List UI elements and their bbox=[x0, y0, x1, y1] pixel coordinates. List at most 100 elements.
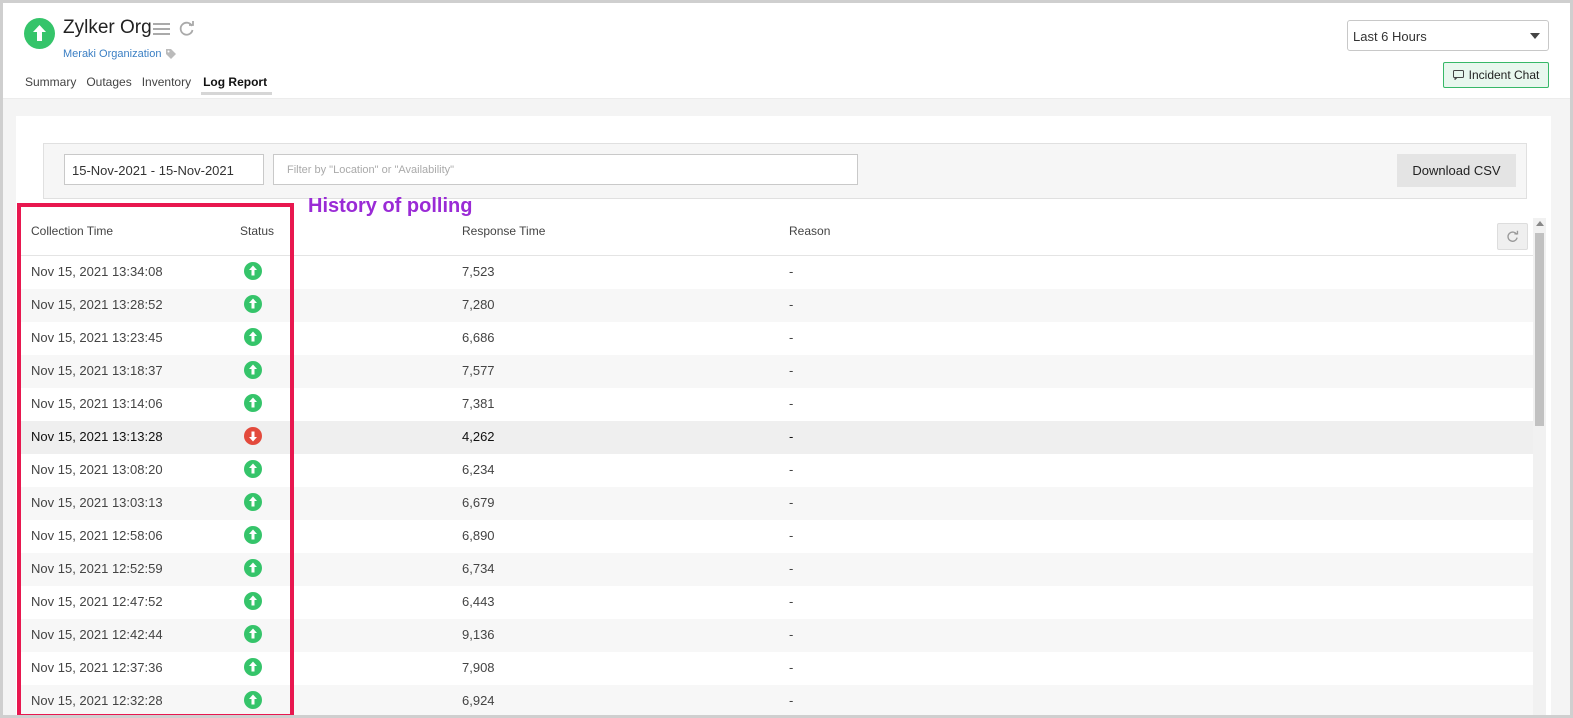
collection-time-cell: Nov 15, 2021 12:47:52 bbox=[31, 594, 163, 609]
collection-time-cell: Nov 15, 2021 12:37:36 bbox=[31, 660, 163, 675]
response-time-cell: 6,686 bbox=[462, 330, 495, 345]
chevron-down-icon bbox=[1530, 33, 1540, 39]
column-response-time[interactable]: Response Time bbox=[462, 224, 545, 238]
response-time-cell: 7,280 bbox=[462, 297, 495, 312]
table-row[interactable]: Nov 15, 2021 13:03:13 6,679 - bbox=[17, 487, 1533, 520]
status-up-icon bbox=[244, 262, 262, 280]
date-range-picker[interactable]: 15-Nov-2021 - 15-Nov-2021 bbox=[64, 154, 264, 185]
response-time-cell: 9,136 bbox=[462, 627, 495, 642]
reason-cell: - bbox=[789, 627, 794, 642]
header: Zylker Org Meraki Organization Summary O… bbox=[3, 3, 1570, 99]
status-down-icon bbox=[244, 427, 262, 445]
table-header: Collection Time Status Response Time Rea… bbox=[17, 215, 1533, 256]
tab-inventory[interactable]: Inventory bbox=[142, 75, 196, 95]
time-range-value: Last 6 Hours bbox=[1353, 29, 1427, 44]
table-row[interactable]: Nov 15, 2021 13:08:20 6,234 - bbox=[17, 454, 1533, 487]
status-up-icon bbox=[244, 691, 262, 709]
column-collection-time[interactable]: Collection Time bbox=[31, 224, 113, 238]
response-time-cell: 4,262 bbox=[462, 429, 495, 444]
reason-cell: - bbox=[789, 693, 794, 708]
status-up-icon bbox=[244, 460, 262, 478]
table-row[interactable]: Nov 15, 2021 13:14:06 7,381 - bbox=[17, 388, 1533, 421]
monitor-type-link[interactable]: Meraki Organization bbox=[63, 48, 161, 60]
table-row[interactable]: Nov 15, 2021 12:47:52 6,443 - bbox=[17, 586, 1533, 619]
table-row[interactable]: Nov 15, 2021 13:28:52 7,280 - bbox=[17, 289, 1533, 322]
collection-time-cell: Nov 15, 2021 12:52:59 bbox=[31, 561, 163, 576]
log-table-body: Nov 15, 2021 13:34:08 7,523- Nov 15, 2021 … bbox=[17, 256, 1533, 715]
status-up-icon bbox=[244, 625, 262, 643]
column-status[interactable]: Status bbox=[240, 224, 274, 238]
table-refresh-button[interactable] bbox=[1497, 223, 1528, 250]
collection-time-cell: Nov 15, 2021 12:32:28 bbox=[31, 693, 163, 708]
status-up-icon bbox=[244, 658, 262, 676]
table-row[interactable]: Nov 15, 2021 12:42:44 9,136 - bbox=[17, 619, 1533, 652]
refresh-icon[interactable] bbox=[178, 20, 195, 37]
reason-cell: - bbox=[789, 330, 794, 345]
menu-icon[interactable] bbox=[153, 22, 170, 36]
column-reason[interactable]: Reason bbox=[789, 224, 830, 238]
refresh-icon bbox=[1507, 230, 1519, 242]
table-row[interactable]: Nov 15, 2021 12:32:28 6,924 - bbox=[17, 685, 1533, 715]
collection-time-cell: Nov 15, 2021 13:03:13 bbox=[31, 495, 163, 510]
status-up-icon bbox=[24, 18, 55, 49]
status-up-icon bbox=[244, 361, 262, 379]
collection-time-cell: Nov 15, 2021 13:34:08 bbox=[31, 264, 163, 279]
scroll-up-icon[interactable] bbox=[1536, 221, 1544, 226]
reason-cell: - bbox=[789, 297, 794, 312]
reason-cell: - bbox=[789, 264, 794, 279]
incident-chat-label: Incident Chat bbox=[1468, 68, 1540, 82]
status-up-icon bbox=[244, 394, 262, 412]
incident-chat-button[interactable]: Incident Chat bbox=[1443, 62, 1549, 88]
status-up-icon bbox=[244, 328, 262, 346]
tab-log-report[interactable]: Log Report bbox=[201, 75, 273, 95]
reason-cell: - bbox=[789, 561, 794, 576]
status-up-icon bbox=[244, 526, 262, 544]
collection-time-cell: Nov 15, 2021 12:58:06 bbox=[31, 528, 163, 543]
collection-time-cell: Nov 15, 2021 13:23:45 bbox=[31, 330, 163, 345]
tab-outages[interactable]: Outages bbox=[86, 75, 136, 95]
reason-cell: - bbox=[789, 429, 794, 444]
collection-time-cell: Nov 15, 2021 13:08:20 bbox=[31, 462, 163, 477]
response-time-cell: 7,381 bbox=[462, 396, 495, 411]
reason-cell: - bbox=[789, 495, 794, 510]
collection-time-cell: Nov 15, 2021 12:42:44 bbox=[31, 627, 163, 642]
table-row[interactable]: Nov 15, 2021 13:18:37 7,577 - bbox=[17, 355, 1533, 388]
table-row[interactable]: Nov 15, 2021 12:37:36 7,908 - bbox=[17, 652, 1533, 685]
response-time-cell: 6,890 bbox=[462, 528, 495, 543]
tag-icon[interactable] bbox=[165, 48, 177, 60]
table-row[interactable]: Nov 15, 2021 12:58:06 6,890 - bbox=[17, 520, 1533, 553]
page-title: Zylker Org bbox=[63, 17, 152, 38]
table-scrollbar[interactable] bbox=[1533, 218, 1546, 715]
table-row[interactable]: Nov 15, 2021 13:34:08 7,523 - bbox=[17, 256, 1533, 289]
tab-bar: Summary Outages Inventory Log Report bbox=[25, 75, 277, 95]
tab-summary[interactable]: Summary bbox=[25, 75, 81, 95]
reason-cell: - bbox=[789, 363, 794, 378]
chat-icon bbox=[1452, 70, 1464, 80]
filter-input[interactable] bbox=[273, 154, 858, 185]
collection-time-cell: Nov 15, 2021 13:28:52 bbox=[31, 297, 163, 312]
status-up-icon bbox=[244, 559, 262, 577]
status-up-icon bbox=[244, 493, 262, 511]
response-time-cell: 7,523 bbox=[462, 264, 495, 279]
collection-time-cell: Nov 15, 2021 13:18:37 bbox=[31, 363, 163, 378]
response-time-cell: 6,443 bbox=[462, 594, 495, 609]
response-time-cell: 7,908 bbox=[462, 660, 495, 675]
reason-cell: - bbox=[789, 396, 794, 411]
table-row[interactable]: Nov 15, 2021 12:52:59 6,734 - bbox=[17, 553, 1533, 586]
scrollbar-thumb[interactable] bbox=[1535, 233, 1544, 426]
table-row[interactable]: Nov 15, 2021 13:13:28 4,262 - bbox=[17, 421, 1533, 454]
reason-cell: - bbox=[789, 528, 794, 543]
time-range-select[interactable]: Last 6 Hours bbox=[1347, 20, 1549, 51]
reason-cell: - bbox=[789, 594, 794, 609]
status-up-icon bbox=[244, 592, 262, 610]
response-time-cell: 6,679 bbox=[462, 495, 495, 510]
status-up-icon bbox=[244, 295, 262, 313]
response-time-cell: 6,234 bbox=[462, 462, 495, 477]
annotation-label: History of polling bbox=[308, 195, 473, 217]
response-time-cell: 6,734 bbox=[462, 561, 495, 576]
table-row[interactable]: Nov 15, 2021 13:23:45 6,686 - bbox=[17, 322, 1533, 355]
download-csv-button[interactable]: Download CSV bbox=[1397, 154, 1516, 187]
app-window: Zylker Org Meraki Organization Summary O… bbox=[0, 0, 1573, 718]
collection-time-cell: Nov 15, 2021 13:14:06 bbox=[31, 396, 163, 411]
reason-cell: - bbox=[789, 660, 794, 675]
